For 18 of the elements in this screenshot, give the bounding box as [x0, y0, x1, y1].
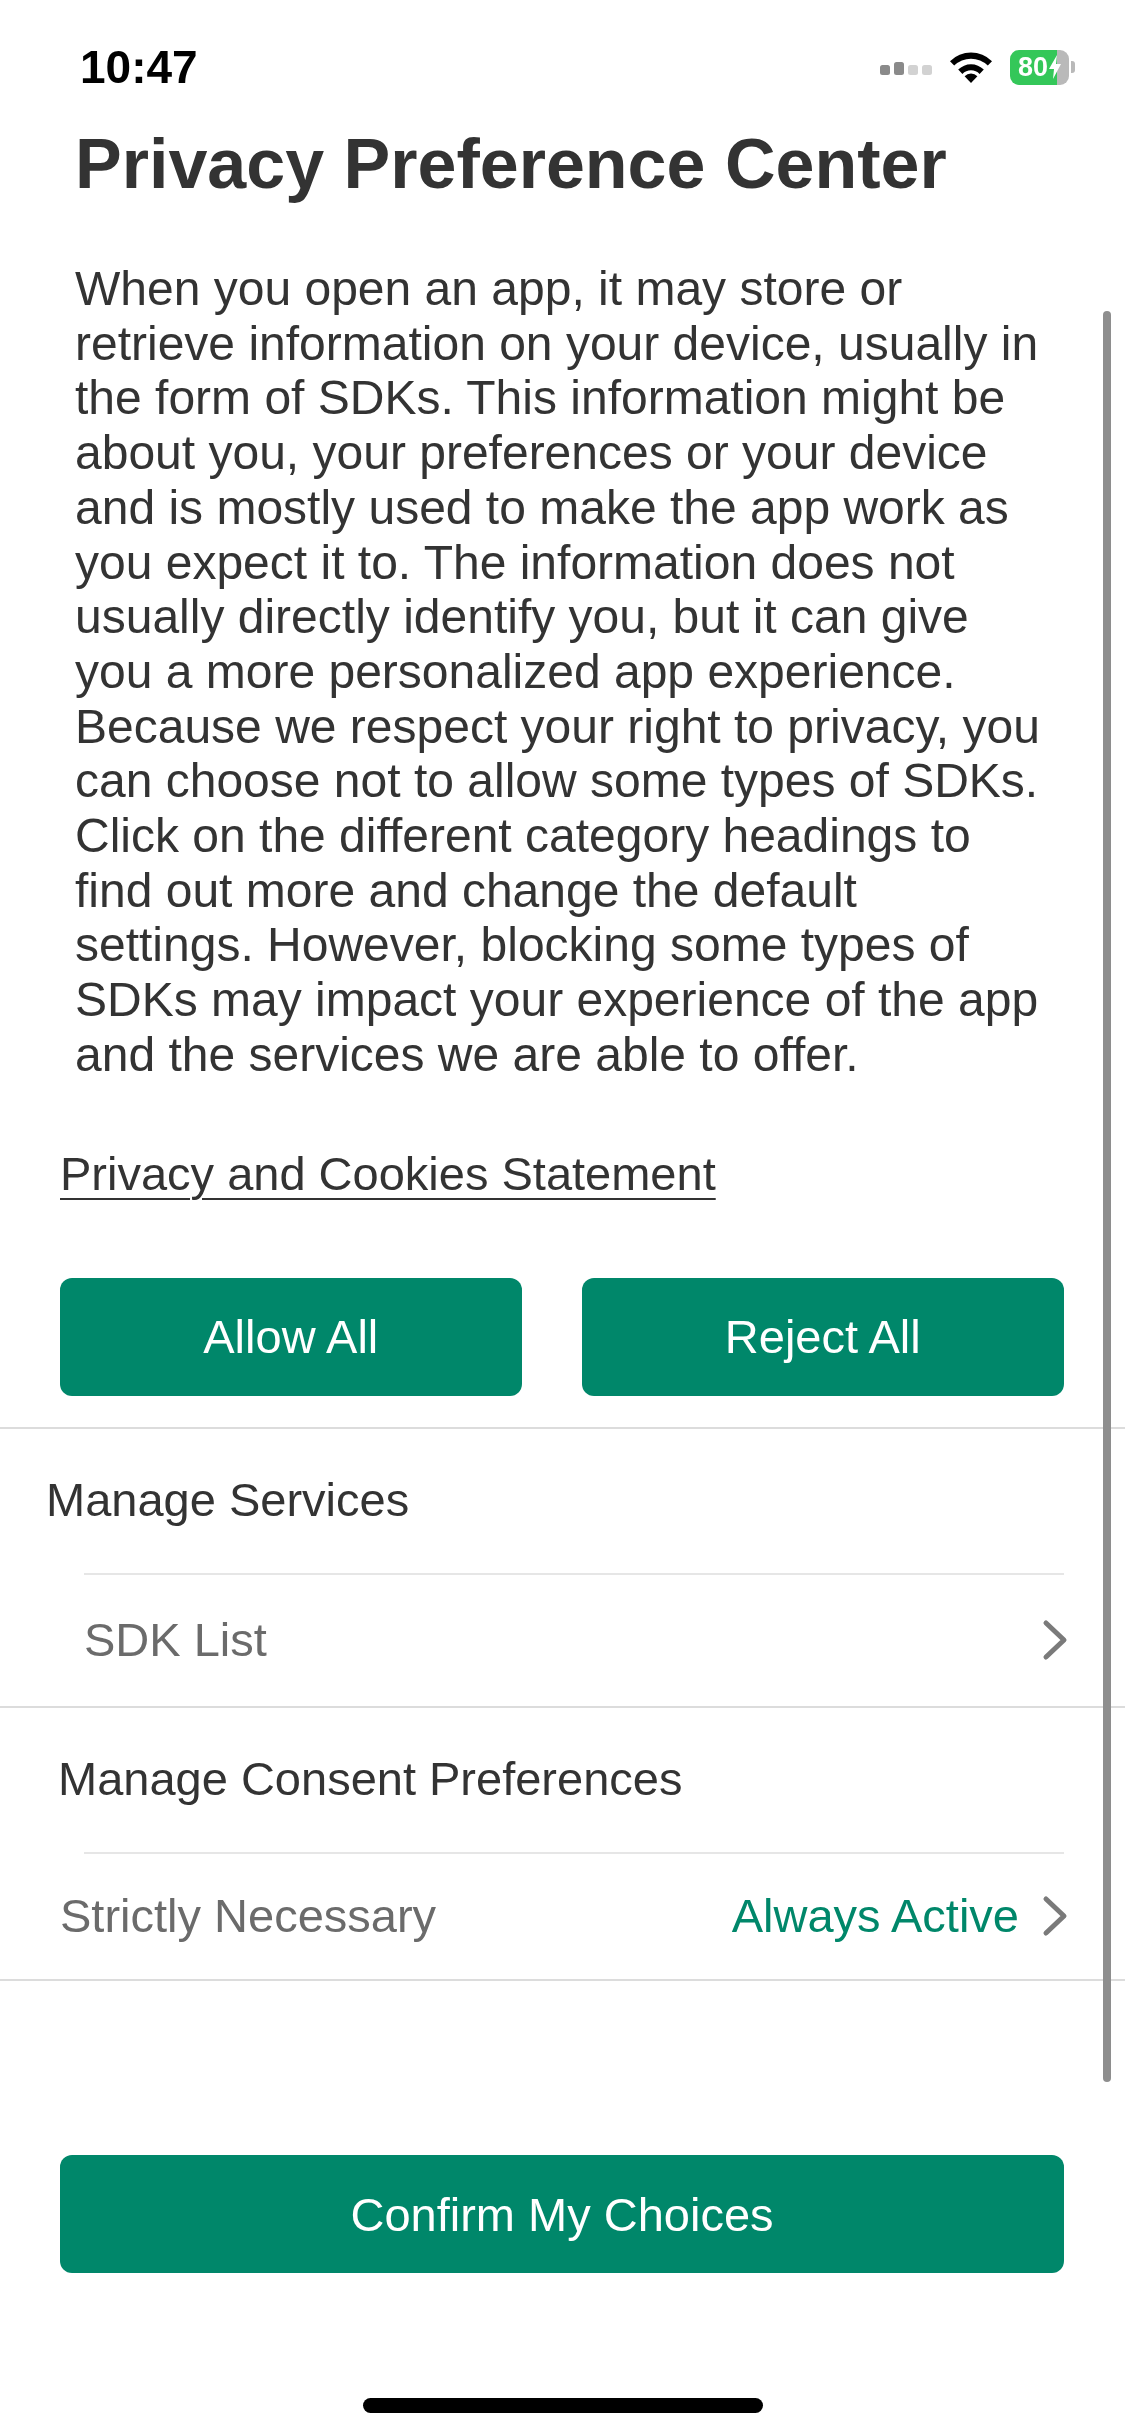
signal-icon	[880, 59, 932, 75]
status-time: 10:47	[80, 44, 198, 90]
section-heading: Manage Consent Preferences	[58, 1751, 683, 1808]
status-label: Always Active	[731, 1887, 1019, 1944]
page-title: Privacy Preference Center	[75, 124, 947, 205]
battery-percent-text: 80	[1017, 53, 1048, 81]
list-item-label[interactable]: SDK List	[84, 1604, 267, 1676]
description-text: When you open an app, it may store or retrieve information on your device, usually in the form of SDKs. This information might be about you, your preferences or your device and is mostly used to make the app work as you expect it to. The information does not usually directly identify you, but it can give you a more personalized app experience. Because we respect your right to privacy, you can choose not to allow some types of SDKs. Click on the different category headings to find out more and change the default settings. However, blocking some types of SDKs may impact your experience of the app and the services we are able to offer.	[75, 262, 1041, 1083]
chevron-right-icon[interactable]	[1041, 1895, 1069, 1938]
action-button[interactable]: Reject All	[581, 1277, 1064, 1396]
charging-bolt-icon	[1049, 55, 1061, 79]
list-item-label[interactable]: Strictly Necessary	[60, 1880, 437, 1952]
confirm-button[interactable]: Confirm My Choices	[60, 2155, 1064, 2273]
privacy-statement-link[interactable]: Privacy and Cookies Statement	[60, 1145, 716, 1202]
action-button[interactable]: Allow All	[60, 1277, 522, 1396]
wifi-icon	[950, 51, 992, 83]
section-heading: Manage Services	[46, 1472, 410, 1529]
chevron-right-icon[interactable]	[1041, 1619, 1069, 1662]
